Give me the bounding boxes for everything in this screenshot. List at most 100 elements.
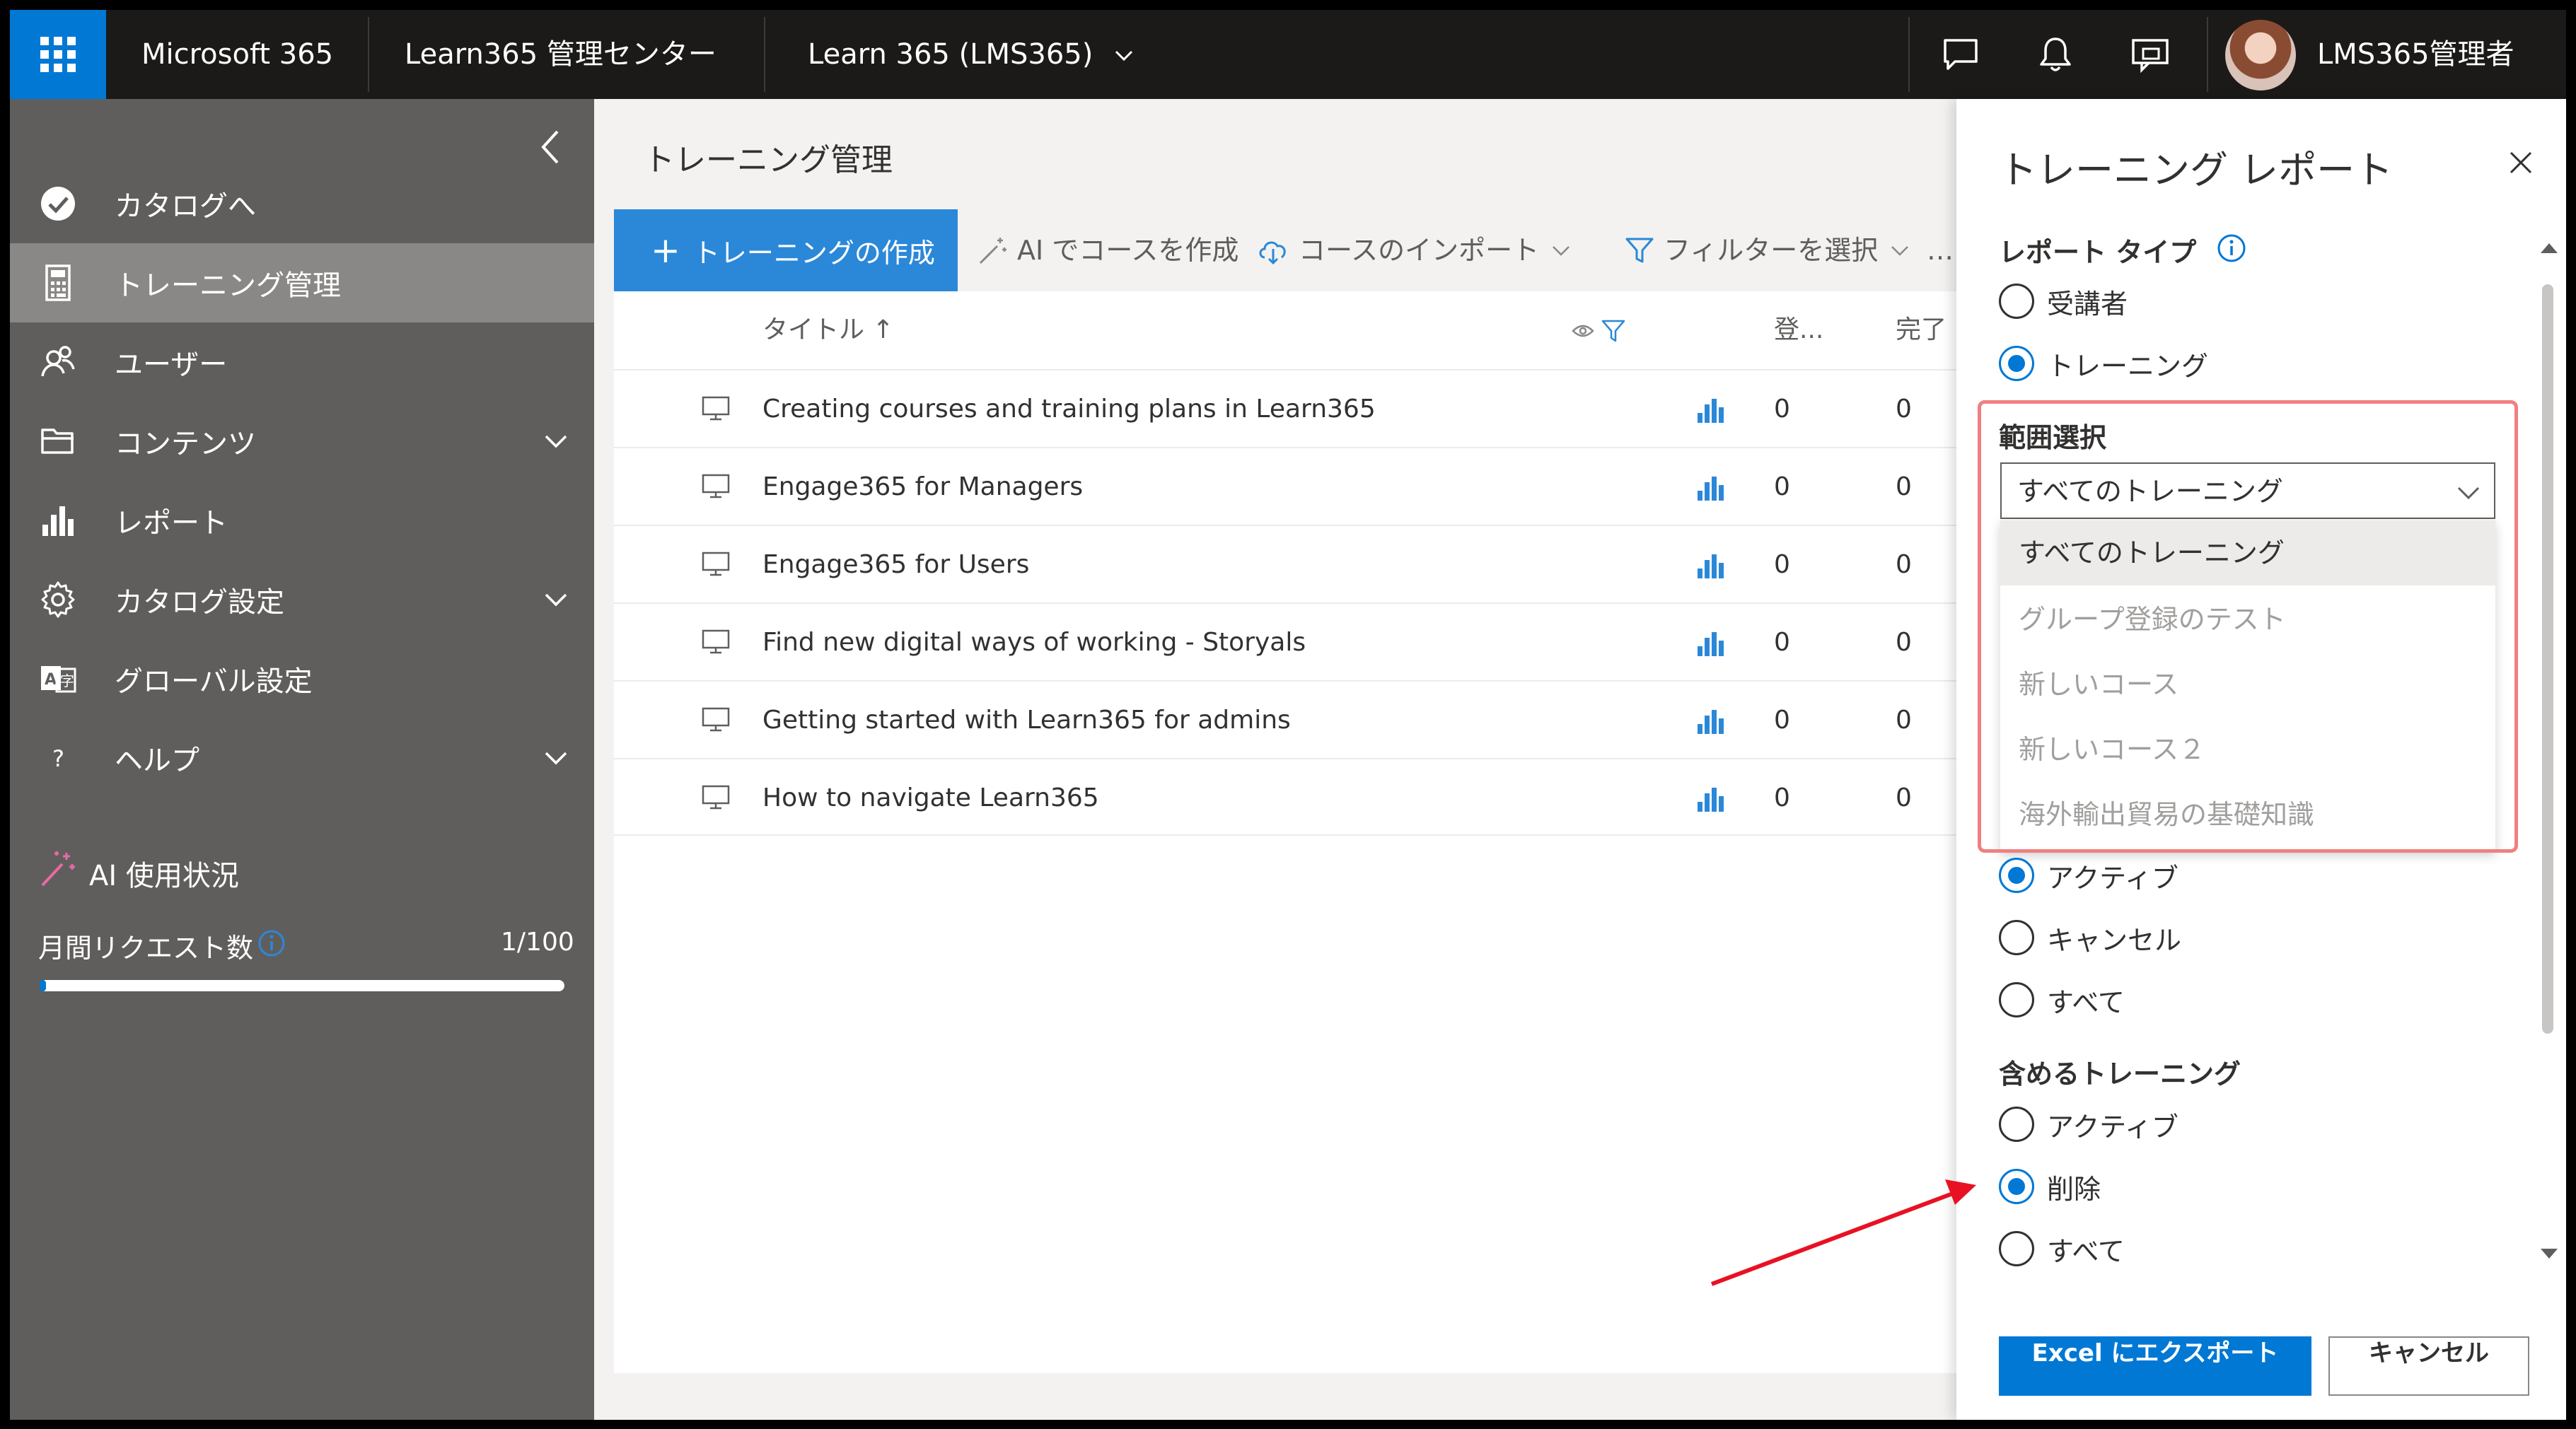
chat-icon[interactable] [1939, 33, 1982, 76]
top-bar: Microsoft 365 Learn365 管理センター Learn 365 … [10, 10, 2566, 99]
enrolled-count: 0 [1774, 628, 1790, 657]
magic-wand-icon [41, 851, 75, 887]
radio-circle [1999, 858, 2034, 893]
column-options-icon[interactable] [1570, 317, 1630, 345]
tenant-switcher[interactable]: Learn 365 (LMS365) [808, 10, 1136, 99]
radio-label: アクティブ [2047, 1111, 2178, 1143]
bar-chart-icon[interactable] [1696, 474, 1727, 502]
cancel-button[interactable]: キャンセル [2328, 1336, 2529, 1396]
monitor-icon [702, 707, 730, 732]
bar-chart-icon[interactable] [1696, 707, 1727, 735]
import-course-button[interactable]: コースのインポート [1256, 209, 1582, 291]
table-row[interactable]: How to navigate Learn365 0 0 [614, 758, 1956, 836]
bar-chart-icon[interactable] [1696, 785, 1727, 813]
training-title[interactable]: How to navigate Learn365 [762, 759, 1099, 837]
radio-include-active[interactable]: アクティブ [1999, 1103, 2178, 1145]
table-row[interactable]: Engage365 for Managers 0 0 [614, 447, 1956, 525]
radio-status-all[interactable]: すべて [1999, 979, 2125, 1021]
radio-label: キャンセル [2047, 924, 2182, 956]
training-title[interactable]: Creating courses and training plans in L… [762, 371, 1376, 448]
monthly-requests-label: 月間リクエスト数 [38, 933, 254, 964]
export-excel-button[interactable]: Excel にエクスポート [1999, 1336, 2311, 1396]
feedback-icon[interactable] [2129, 33, 2171, 76]
radio-circle [1999, 920, 2034, 955]
app-frame: Microsoft 365 Learn365 管理センター Learn 365 … [10, 10, 2566, 1420]
radio-report-type-training[interactable]: トレーニング [1999, 342, 2208, 385]
monitor-icon [702, 785, 730, 810]
usage-progress-fill [40, 980, 46, 991]
sidebar-item-catalog-settings[interactable]: カタログ設定 [10, 560, 594, 639]
column-header-title[interactable]: タイトル ↑ [762, 291, 894, 369]
create-training-button[interactable]: + トレーニングの作成 [614, 209, 958, 291]
divider [764, 17, 765, 92]
bar-chart-icon[interactable] [1696, 552, 1727, 580]
training-title[interactable]: Getting started with Learn365 for admins [762, 682, 1291, 759]
admin-center-title[interactable]: Learn365 管理センター [405, 10, 716, 99]
chevron-down-icon [545, 752, 567, 765]
table-row[interactable]: Engage365 for Users 0 0 [614, 525, 1956, 602]
panel-title: トレーニング レポート [1999, 148, 2394, 192]
sidebar-item-global-settings[interactable]: A字 グローバル設定 [10, 639, 594, 718]
app-name[interactable]: Microsoft 365 [141, 10, 333, 99]
divider [2207, 17, 2208, 92]
completed-count: 0 [1896, 783, 1912, 812]
radio-circle [1999, 346, 2034, 381]
training-title[interactable]: Find new digital ways of working - Story… [762, 604, 1306, 682]
training-title[interactable]: Engage365 for Users [762, 526, 1029, 604]
import-course-label: コースのインポート [1299, 235, 1540, 266]
radio-status-active[interactable]: アクティブ [1999, 854, 2178, 897]
usage-progress-bar [40, 980, 564, 991]
radio-label: 削除 [2047, 1173, 2101, 1205]
sidebar-item-label: カタログ設定 [115, 586, 284, 619]
ai-create-course-button[interactable]: AI でコースを作成 [977, 209, 1238, 291]
bell-icon[interactable] [2034, 33, 2077, 76]
enrolled-count: 0 [1774, 706, 1790, 735]
user-name[interactable]: LMS365管理者 [2317, 10, 2514, 99]
close-icon[interactable] [2501, 143, 2541, 182]
bar-chart-icon[interactable] [1696, 396, 1727, 424]
scroll-down-arrow[interactable] [2541, 1249, 2558, 1259]
avatar[interactable] [2225, 20, 2296, 91]
info-icon[interactable] [2217, 233, 2246, 263]
app-launcher-button[interactable] [10, 10, 106, 99]
training-title[interactable]: Engage365 for Managers [762, 448, 1083, 526]
info-icon[interactable] [257, 929, 286, 957]
check-circle-icon [41, 187, 75, 221]
column-header-completed[interactable]: 完了 [1896, 291, 1946, 369]
more-commands-button[interactable]: … [1927, 209, 1954, 291]
svg-text:?: ? [52, 745, 64, 772]
sidebar-item-reports[interactable]: レポート [10, 481, 594, 560]
sidebar-item-label: ヘルプ [115, 745, 199, 777]
filter-select-button[interactable]: フィルターを選択 [1624, 209, 1920, 291]
calculator-icon [45, 264, 71, 301]
radio-status-cancelled[interactable]: キャンセル [1999, 916, 2181, 959]
sidebar-item-content[interactable]: コンテンツ [10, 402, 594, 481]
sidebar-item-users[interactable]: ユーザー [10, 322, 594, 402]
divider [1908, 17, 1910, 92]
sidebar-item-label: グローバル設定 [115, 665, 313, 698]
completed-count: 0 [1896, 395, 1912, 424]
column-header-enrolled[interactable]: 登... [1774, 291, 1823, 369]
completed-count: 0 [1896, 706, 1912, 735]
radio-include-all[interactable]: すべて [1999, 1227, 2125, 1270]
collapse-chevron-icon[interactable] [533, 126, 569, 168]
enrolled-count: 0 [1774, 472, 1790, 501]
enrolled-count: 0 [1774, 395, 1790, 424]
page-title: トレーニング管理 [644, 142, 893, 178]
users-icon [41, 346, 75, 377]
sidebar-item-help[interactable]: ? ヘルプ [10, 718, 594, 798]
sidebar-item-training-management[interactable]: トレーニング管理 [10, 243, 594, 322]
scroll-up-arrow[interactable] [2541, 243, 2558, 253]
table-row[interactable]: Find new digital ways of working - Story… [614, 602, 1956, 680]
monitor-icon [702, 552, 730, 576]
table-row[interactable]: Getting started with Learn365 for admins… [614, 680, 1956, 758]
scrollbar-thumb[interactable] [2542, 284, 2553, 1034]
bar-chart-icon[interactable] [1696, 629, 1727, 658]
training-report-panel: トレーニング レポート レポート タイプ 受講者 トレーニング 範囲選択 すべて… [1956, 99, 2566, 1420]
sidebar-item-catalog[interactable]: カタログへ [10, 164, 594, 243]
filter-icon [1625, 238, 1654, 263]
radio-include-deleted[interactable]: 削除 [1999, 1165, 2101, 1208]
waffle-icon [40, 37, 76, 72]
table-row[interactable]: Creating courses and training plans in L… [614, 369, 1956, 447]
radio-report-type-learner[interactable]: 受講者 [1999, 280, 2128, 322]
